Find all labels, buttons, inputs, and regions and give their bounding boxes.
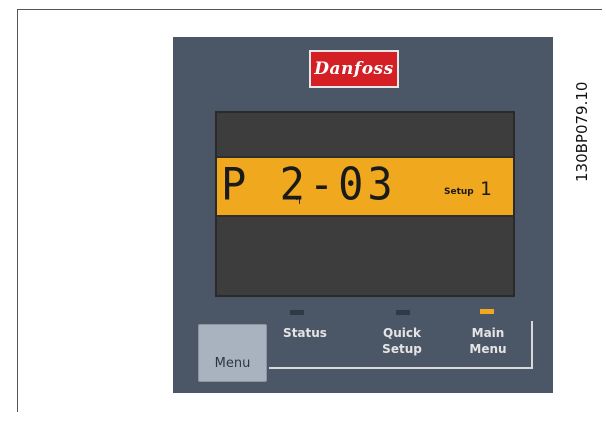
lcd-highlight-line: P 2-03 ↰ Setup 1 — [217, 156, 513, 217]
quick-setup-label-line2: Setup — [382, 342, 422, 356]
status-led — [290, 310, 304, 315]
main-menu-label-line2: Menu — [469, 342, 507, 356]
status-button[interactable]: Status — [283, 325, 327, 341]
main-menu-led — [480, 309, 494, 314]
lcd-display: P 2-03 ↰ Setup 1 — [215, 111, 515, 297]
frame-top-border — [17, 9, 602, 10]
back-arrow-icon: ↰ — [293, 194, 303, 207]
main-menu-button[interactable]: Main Menu — [458, 325, 518, 357]
parameter-number: P 2-03 — [221, 158, 397, 211]
figure-code-text: 130BP079.10 — [573, 82, 591, 182]
setup-number: 1 — [480, 178, 492, 200]
quick-setup-button[interactable]: Quick Setup — [369, 325, 435, 357]
danfoss-logo: Danfoss — [309, 50, 399, 88]
menu-group-line — [269, 367, 533, 369]
control-panel: Danfoss P 2-03 ↰ Setup 1 Status Quick Se… — [173, 37, 553, 393]
setup-label: Setup — [444, 187, 474, 197]
main-menu-label-line1: Main — [471, 326, 505, 340]
status-label: Status — [283, 326, 327, 340]
quick-setup-label-line1: Quick — [383, 326, 421, 340]
logo-text: Danfoss — [314, 59, 394, 79]
menu-button[interactable]: Menu — [198, 324, 267, 382]
menu-group-line-end — [531, 321, 533, 369]
figure-code: 130BP079.10 — [573, 82, 591, 182]
frame-left-border — [17, 9, 18, 412]
menu-button-label: Menu — [214, 356, 251, 371]
quick-setup-led — [396, 310, 410, 315]
